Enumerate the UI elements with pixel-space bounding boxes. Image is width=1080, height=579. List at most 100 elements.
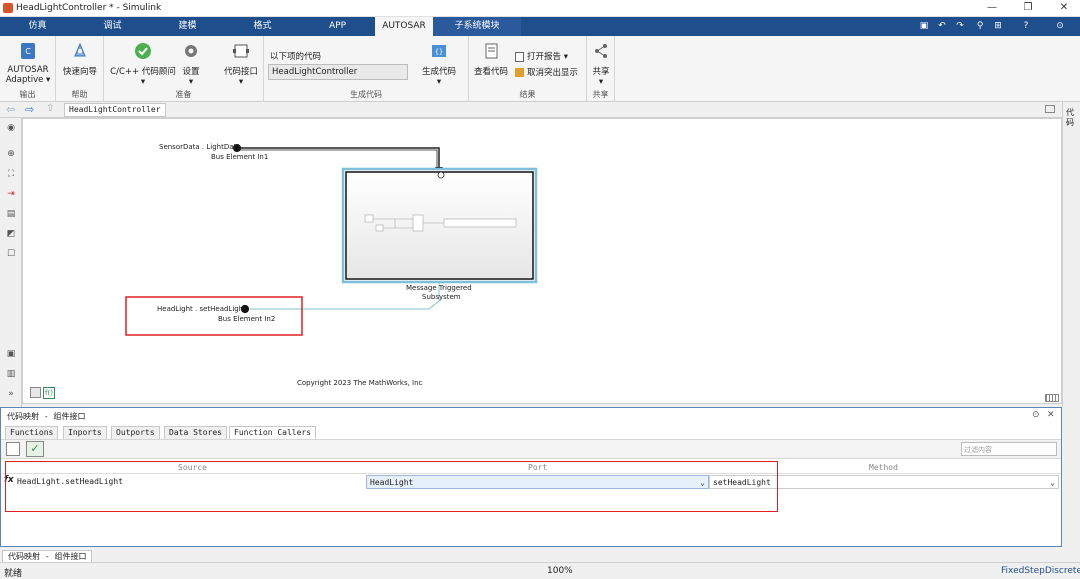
signal-line-in1[interactable] — [239, 147, 440, 171]
validate-check-icon[interactable]: ✓ — [26, 441, 44, 457]
window-title-bar: HeadLightController * - Simulink — ❐ ✕ — [0, 0, 1080, 17]
table-settings-icon[interactable] — [6, 442, 20, 456]
remove-highlight-button[interactable]: 取消突出显示 — [515, 66, 578, 78]
save-icon[interactable]: ▣ — [918, 20, 930, 32]
open-report-caret: ▾ — [563, 52, 568, 62]
ribbon-group-prepare: C/C++ 代码顾问 ▾ 设置 ▾ 代码接口 ▾ 准备 — [104, 36, 264, 102]
panel-close-icon[interactable]: ✕ — [1047, 410, 1055, 420]
restore-button[interactable]: ❐ — [1021, 2, 1035, 13]
view-code-button[interactable]: 查看代码 — [471, 42, 511, 77]
breadcrumb[interactable]: HeadLightController — [64, 103, 166, 117]
expand-toolbar-icon[interactable]: » — [5, 388, 17, 400]
filter-input[interactable]: 过滤内容 — [961, 442, 1057, 456]
fit-to-view-icon[interactable]: ⛶ — [5, 168, 17, 180]
arrow-right-icon[interactable]: ⇥ — [5, 188, 17, 200]
svg-text:{}: {} — [435, 48, 443, 56]
tab-apps[interactable]: APP — [300, 17, 375, 36]
tab-modeling[interactable]: 建模 — [150, 17, 225, 36]
autosar-adaptive-button[interactable]: C AUTOSAR Adaptive ▾ — [4, 42, 52, 85]
generate-code-label: 生成代码 — [421, 67, 456, 77]
column-header-method: Method — [869, 463, 898, 472]
group-label-output: 输出 — [19, 90, 36, 99]
image-icon[interactable]: ▤ — [5, 208, 17, 220]
group-label-generate-code: 生成代码 — [350, 90, 382, 99]
collapse-toolstrip-icon[interactable]: ⊙ — [1054, 20, 1066, 32]
copyright-annotation: Copyright 2023 The MathWorks, Inc — [297, 379, 423, 387]
share-label: 共享 — [592, 67, 610, 77]
gear-icon — [185, 45, 197, 57]
library-icon[interactable] — [30, 387, 41, 398]
report-icon — [515, 51, 524, 62]
highlight-box-row — [5, 461, 778, 512]
up-arrow-icon[interactable]: ⇧ — [46, 103, 54, 114]
explorer-bar: ⇦ ⇨ ⇧ HeadLightController — [0, 102, 1062, 118]
code-for-model-field[interactable]: HeadLightController — [268, 64, 408, 80]
search-icon[interactable]: ⚲ — [974, 20, 986, 32]
undo-icon[interactable]: ↶ — [936, 20, 948, 32]
generate-code-button[interactable]: {} 生成代码 ▾ — [414, 42, 464, 87]
ribbon-group-help: 快速向导 帮助 — [56, 36, 104, 102]
back-arrow-icon[interactable]: ⇦ — [6, 103, 15, 116]
share-icon — [595, 44, 607, 58]
group-label-prepare: 准备 — [175, 90, 192, 99]
help-icon[interactable]: ? — [1020, 20, 1032, 32]
ribbon-group-share: 共享 ▾ 共享 — [587, 36, 615, 102]
cpp-code-advisor-button[interactable]: C/C++ 代码顾问 ▾ — [108, 42, 178, 87]
annotation-icon[interactable]: ◩ — [5, 228, 17, 240]
simulink-app-icon — [3, 3, 13, 13]
code-interface-icon — [233, 44, 249, 58]
tab-simulation[interactable]: 仿真 — [0, 17, 75, 36]
close-window-button[interactable]: ✕ — [1057, 2, 1071, 13]
mapping-tab-inports[interactable]: Inports — [63, 426, 107, 439]
panel-menu-icon[interactable]: ⊙ — [1032, 410, 1040, 420]
quick-start-button[interactable]: 快速向导 — [60, 42, 100, 77]
mapping-tab-functions[interactable]: Functions — [5, 426, 59, 439]
layout-icon[interactable]: ⊞ — [992, 20, 1004, 32]
highlight-box-in2 — [125, 296, 303, 336]
solver-link[interactable]: FixedStepDiscrete — [1001, 566, 1080, 576]
autosar-button-label: AUTOSAR — [7, 65, 49, 75]
mapping-tab-function-callers[interactable]: Function Callers — [229, 426, 317, 439]
screenshot-icon[interactable]: ▣ — [5, 348, 17, 360]
window-title: HeadLightController * - Simulink — [16, 3, 162, 13]
autosar-icon: C — [21, 43, 35, 59]
area-icon[interactable]: ☐ — [5, 248, 17, 260]
model-canvas[interactable]: SensorData . LightData Bus Element In1 M… — [22, 118, 1062, 404]
share-button[interactable]: 共享 ▾ — [589, 42, 613, 87]
model-browser-icon[interactable]: ▥ — [5, 368, 17, 380]
in2-signal-label: HeadLight . setHeadLight — [157, 305, 246, 313]
rocket-icon — [74, 42, 86, 57]
mapping-tab-data-stores[interactable]: Data Stores — [164, 426, 227, 439]
open-report-button[interactable]: 打开报告 ▾ — [515, 50, 568, 62]
hide-show-icon[interactable]: ◉ — [5, 122, 17, 134]
subsystem-name-line1: Message Triggered — [406, 284, 472, 292]
settings-button[interactable]: 设置 ▾ — [176, 42, 206, 87]
ribbon-group-results: 查看代码 打开报告 ▾ 取消突出显示 结果 — [469, 36, 587, 102]
right-side-strip: 代码 — [1062, 102, 1080, 407]
tab-autosar[interactable]: AUTOSAR — [375, 17, 433, 36]
ribbon: C AUTOSAR Adaptive ▾ 输出 快速向导 帮助 C/C++ 代码… — [0, 36, 1080, 102]
toolstrip-tab-bar: 仿真 调试 建模 格式 APP AUTOSAR 子系统模块 ▣ ↶ ↷ ⚲ ⊞ … — [0, 17, 1080, 36]
generate-code-icon: {} — [432, 45, 446, 57]
tab-format[interactable]: 格式 — [225, 17, 300, 36]
tab-debug[interactable]: 调试 — [75, 17, 150, 36]
minimize-button[interactable]: — — [985, 2, 999, 13]
group-label-results: 结果 — [519, 90, 536, 99]
zoom-icon[interactable]: ⊕ — [5, 148, 17, 160]
code-side-tab[interactable]: 代码 — [1066, 108, 1078, 128]
check-circle-icon — [135, 43, 151, 59]
view-code-label: 查看代码 — [473, 67, 508, 77]
trigger-port-icon — [437, 171, 445, 179]
in1-block-name: Bus Element In1 — [211, 153, 269, 161]
ribbon-group-generate-code: 以下项的代码 HeadLightController {} 生成代码 ▾ 生成代… — [264, 36, 469, 102]
canvas-lines — [125, 144, 538, 336]
code-interface-button[interactable]: 代码接口 ▾ — [220, 42, 262, 87]
property-inspector-icon[interactable] — [1045, 105, 1055, 113]
resize-grip-icon[interactable] — [1045, 394, 1059, 402]
mapping-tab-outports[interactable]: Outports — [111, 426, 160, 439]
function-icon[interactable]: f() — [43, 387, 55, 399]
settings-label: 设置 — [182, 67, 200, 77]
tab-subsystem-block[interactable]: 子系统模块 — [433, 17, 521, 36]
forward-arrow-icon[interactable]: ⇨ — [25, 103, 34, 116]
redo-icon[interactable]: ↷ — [954, 20, 966, 32]
